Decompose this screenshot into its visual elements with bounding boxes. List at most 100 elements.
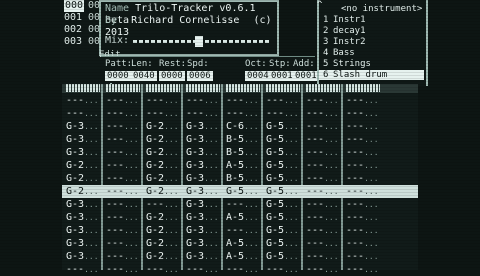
param-value-field[interactable]: 0001 bbox=[293, 71, 319, 81]
pattern-cell[interactable]: C-6... bbox=[226, 121, 259, 133]
pattern-cell[interactable]: G-3... bbox=[66, 251, 99, 263]
pattern-editor[interactable]: ---... ---... ---... ---... ---... ---... ---.… bbox=[62, 84, 418, 275]
pattern-cell[interactable]: G-2... bbox=[146, 212, 179, 224]
pattern-cell[interactable]: ---... bbox=[266, 95, 299, 107]
pattern-cell[interactable]: G-2... bbox=[146, 251, 179, 263]
channel-header-4[interactable] bbox=[184, 84, 224, 93]
instrument-item[interactable]: 3 Instr2 bbox=[319, 37, 424, 47]
pattern-cell[interactable]: ---... bbox=[346, 121, 379, 133]
pattern-cell[interactable]: G-3... bbox=[186, 147, 219, 159]
pattern-row[interactable]: G-2... ---... G-2... G-3... G-5... G-5... ---.… bbox=[62, 185, 418, 198]
pattern-cell[interactable]: G-3... bbox=[66, 199, 99, 211]
pattern-cell[interactable]: G-2... bbox=[146, 238, 179, 250]
pattern-cell[interactable]: G-2... bbox=[146, 160, 179, 172]
pattern-cell[interactable]: G-3... bbox=[186, 186, 219, 198]
pattern-cell[interactable]: G-2... bbox=[66, 173, 99, 185]
channel-header-2[interactable] bbox=[104, 84, 144, 93]
instrument-item[interactable]: 2 decay1 bbox=[319, 26, 424, 36]
pattern-row[interactable]: G-3... ---... ---... G-3... ---... G-5... ---.… bbox=[62, 198, 418, 211]
pattern-cell[interactable]: ---... bbox=[226, 225, 259, 237]
pattern-row[interactable]: G-3... ---... G-2... G-3... A-5... G-5... ---.… bbox=[62, 250, 418, 263]
pattern-cell[interactable]: A-5... bbox=[226, 160, 259, 172]
pattern-cell[interactable]: G-3... bbox=[186, 225, 219, 237]
pattern-row[interactable]: ---... ---... ---... ---... ---... ---... ---.… bbox=[62, 107, 418, 120]
pattern-cell[interactable]: ---... bbox=[346, 108, 379, 120]
channel-header-5[interactable] bbox=[224, 84, 264, 93]
pattern-cell[interactable]: G-3... bbox=[66, 225, 99, 237]
pattern-cell[interactable]: G-5... bbox=[266, 225, 299, 237]
pattern-cell[interactable]: A-5... bbox=[226, 251, 259, 263]
param-value-field[interactable]: 0000 bbox=[159, 71, 185, 81]
pattern-cell[interactable]: G-2... bbox=[146, 134, 179, 146]
pattern-cell[interactable]: ---... bbox=[186, 108, 219, 120]
channel-header-3[interactable] bbox=[144, 84, 184, 93]
pattern-cell[interactable]: ---... bbox=[106, 238, 139, 250]
pattern-cell[interactable]: ---... bbox=[306, 134, 339, 146]
pattern-cell[interactable]: G-3... bbox=[66, 134, 99, 146]
author-field[interactable]: Richard Cornelisse bbox=[131, 15, 239, 26]
pattern-cell[interactable]: ---... bbox=[266, 264, 299, 276]
pattern-cell[interactable]: G-5... bbox=[266, 134, 299, 146]
pattern-cell[interactable]: G-5... bbox=[266, 186, 299, 198]
pattern-cell[interactable]: G-5... bbox=[266, 121, 299, 133]
pattern-cell[interactable]: ---... bbox=[106, 108, 139, 120]
pattern-cell[interactable]: ---... bbox=[186, 264, 219, 276]
param-value-field[interactable]: 0006 bbox=[187, 71, 213, 81]
pattern-cell[interactable]: ---... bbox=[66, 108, 99, 120]
pattern-cell[interactable]: ---... bbox=[346, 251, 379, 263]
instrument-item[interactable]: 4 Bass bbox=[319, 48, 424, 58]
pattern-cell[interactable]: B-5... bbox=[226, 147, 259, 159]
pattern-cell[interactable]: G-3... bbox=[186, 212, 219, 224]
pattern-cell[interactable]: G-3... bbox=[66, 212, 99, 224]
pattern-cell[interactable]: ---... bbox=[106, 95, 139, 107]
pattern-cell[interactable]: B-5... bbox=[226, 134, 259, 146]
param-value-field[interactable]: 0040 bbox=[131, 71, 157, 81]
pattern-cell[interactable]: ---... bbox=[106, 134, 139, 146]
pattern-row[interactable]: G-3... ---... G-2... G-3... A-5... G-5... ---.… bbox=[62, 211, 418, 224]
instrument-list[interactable]: <no instrument> 1 Instr1 2 decay1 3 Instr2 4 Bas… bbox=[317, 0, 428, 86]
pattern-cell[interactable]: G-3... bbox=[66, 147, 99, 159]
pattern-cell[interactable]: ---... bbox=[146, 264, 179, 276]
pattern-cell[interactable]: ---... bbox=[346, 134, 379, 146]
pattern-cell[interactable]: ---... bbox=[346, 147, 379, 159]
pattern-cell[interactable]: G-5... bbox=[266, 251, 299, 263]
pattern-row[interactable]: G-2... ---... G-2... G-3... B-5... G-5... ---.… bbox=[62, 172, 418, 185]
pattern-cell[interactable]: ---... bbox=[346, 212, 379, 224]
pattern-row[interactable]: G-2... ---... G-2... G-3... A-5... G-5... ---.… bbox=[62, 159, 418, 172]
pattern-cell[interactable]: G-3... bbox=[186, 199, 219, 211]
pattern-cell[interactable]: ---... bbox=[346, 199, 379, 211]
pattern-cell[interactable]: G-5... bbox=[266, 173, 299, 185]
pattern-cell[interactable]: G-3... bbox=[66, 238, 99, 250]
pattern-row[interactable]: G-3... ---... G-2... G-3... B-5... G-5... ---.… bbox=[62, 146, 418, 159]
pattern-cell[interactable]: G-3... bbox=[186, 121, 219, 133]
pattern-cell[interactable]: ---... bbox=[266, 108, 299, 120]
pattern-cell[interactable]: ---... bbox=[146, 108, 179, 120]
scroll-up-icon[interactable]: ^ bbox=[317, 0, 327, 10]
instrument-item[interactable]: 6 Slash drum bbox=[319, 70, 424, 80]
pattern-cell[interactable]: ---... bbox=[306, 108, 339, 120]
pattern-row[interactable]: G-3... ---... G-2... G-3... A-5... G-5... ---.… bbox=[62, 237, 418, 250]
pattern-cell[interactable]: G-3... bbox=[186, 160, 219, 172]
pattern-cell[interactable]: ---... bbox=[306, 264, 339, 276]
pattern-cell[interactable]: ---... bbox=[306, 212, 339, 224]
pattern-cell[interactable]: G-2... bbox=[146, 121, 179, 133]
param-value-field[interactable]: 0004 bbox=[245, 71, 271, 81]
pattern-cell[interactable]: A-5... bbox=[226, 212, 259, 224]
pattern-cell[interactable]: ---... bbox=[346, 160, 379, 172]
pattern-cell[interactable]: G-2... bbox=[146, 186, 179, 198]
pattern-cell[interactable]: G-5... bbox=[266, 212, 299, 224]
pattern-cell[interactable]: A-5... bbox=[226, 238, 259, 250]
pattern-cell[interactable]: ---... bbox=[106, 212, 139, 224]
pattern-cell[interactable]: G-5... bbox=[226, 186, 259, 198]
pattern-cell[interactable]: G-2... bbox=[66, 160, 99, 172]
pattern-cell[interactable]: ---... bbox=[346, 186, 379, 198]
pattern-cell[interactable]: G-5... bbox=[266, 238, 299, 250]
pattern-cell[interactable]: ---... bbox=[306, 121, 339, 133]
pattern-cell[interactable]: ---... bbox=[306, 225, 339, 237]
channel-header-7[interactable] bbox=[304, 84, 344, 93]
channel-header-8[interactable] bbox=[344, 84, 384, 93]
pattern-cell[interactable]: G-3... bbox=[186, 134, 219, 146]
pattern-cell[interactable]: ---... bbox=[306, 238, 339, 250]
instrument-item[interactable]: 1 Instr1 bbox=[319, 15, 424, 25]
param-value-field[interactable]: 0001 bbox=[269, 71, 295, 81]
